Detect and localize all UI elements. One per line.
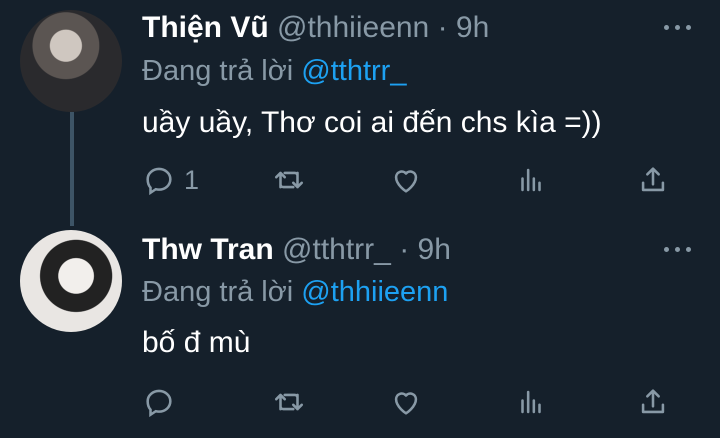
- tweet-header: Thw Tran @tthtrr_ · 9h: [142, 232, 451, 268]
- replying-label: Đang trả lời: [142, 276, 294, 308]
- tweet-2: Thw Tran @tthtrr_ · 9h Đang trả lời @thh…: [0, 0, 720, 438]
- avatar[interactable]: [20, 230, 122, 332]
- share-button[interactable]: [636, 384, 670, 420]
- retweet-button[interactable]: [272, 384, 306, 420]
- more-icon[interactable]: [664, 244, 694, 256]
- tweet-text: bố đ mù: [142, 326, 251, 359]
- reply-icon: [146, 389, 172, 418]
- share-icon: [641, 389, 665, 414]
- analytics-button[interactable]: [514, 384, 548, 420]
- user-handle[interactable]: @tthtrr_: [282, 233, 391, 266]
- timestamp[interactable]: · 9h: [399, 233, 451, 266]
- retweet-icon: [274, 393, 304, 411]
- display-name[interactable]: Thw Tran: [142, 233, 274, 266]
- reply-button[interactable]: [142, 384, 184, 420]
- replying-to-line: Đang trả lời @thhiieenn: [142, 274, 448, 310]
- like-icon: [394, 392, 418, 415]
- mention-link[interactable]: @thhiieenn: [301, 276, 448, 308]
- like-button[interactable]: [389, 384, 423, 420]
- action-bar: [142, 384, 682, 420]
- analytics-icon: [521, 390, 541, 414]
